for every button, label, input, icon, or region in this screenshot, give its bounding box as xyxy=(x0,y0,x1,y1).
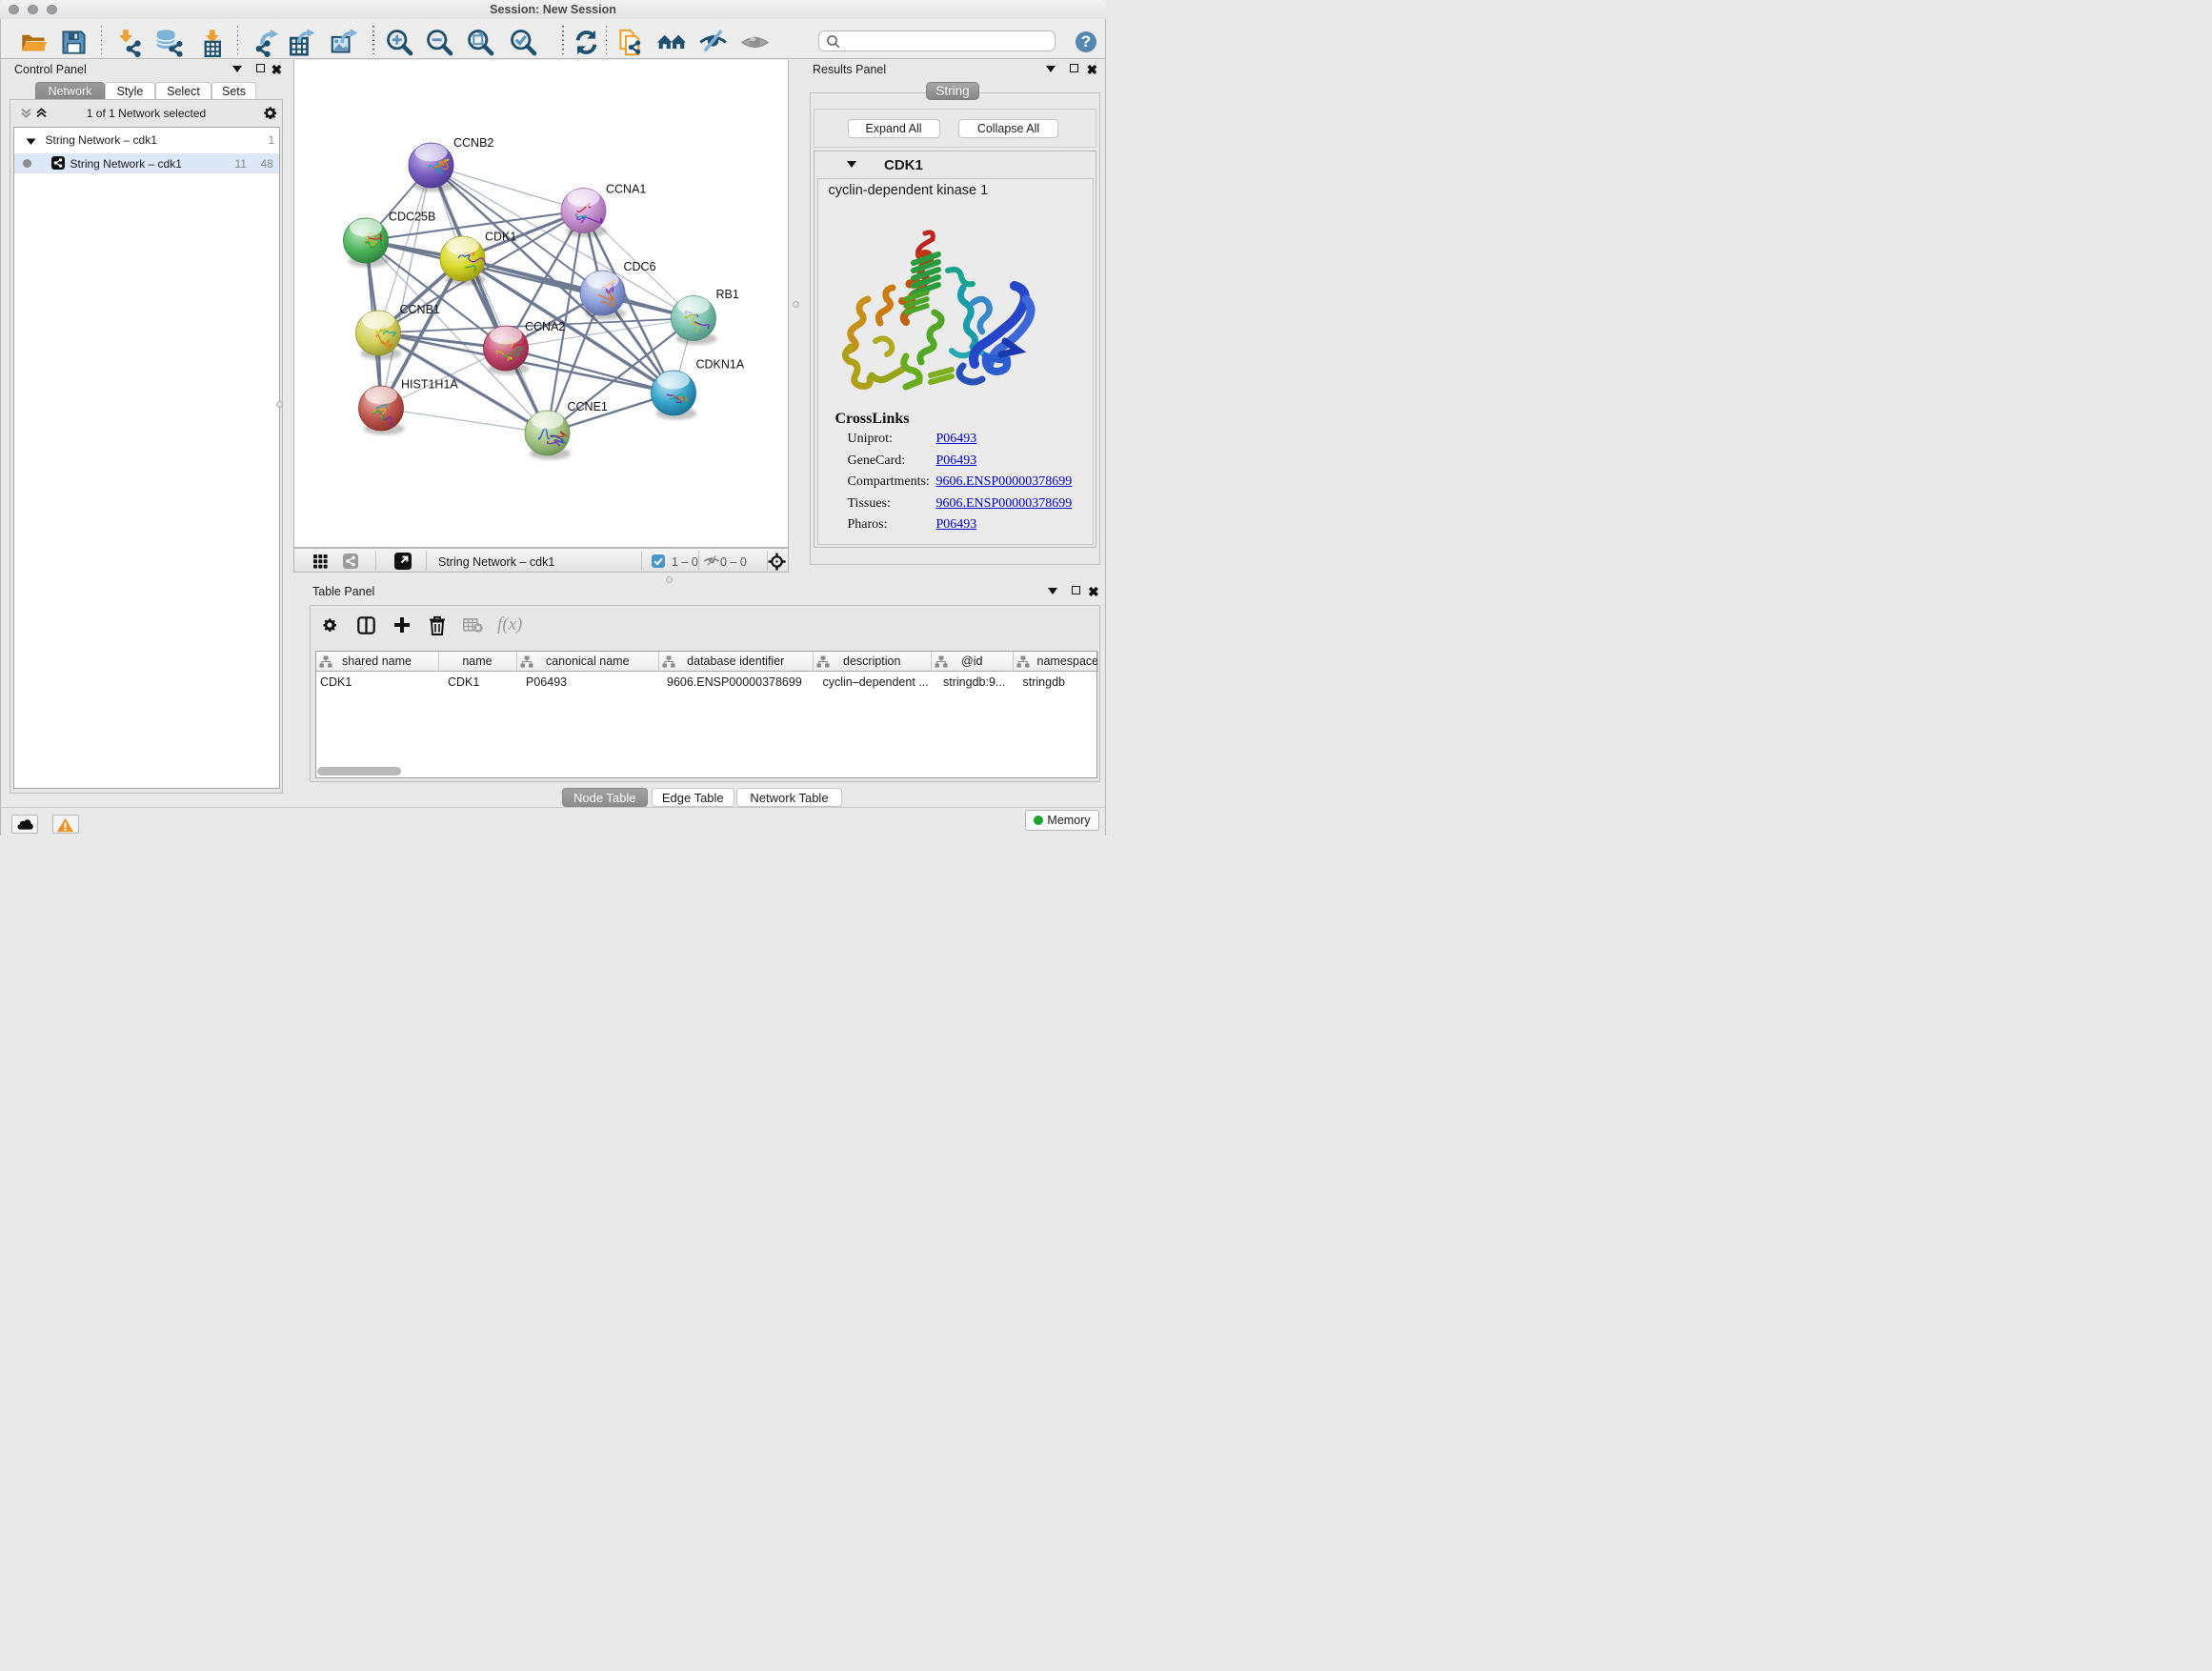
svg-text:HIST1H1A: HIST1H1A xyxy=(401,377,458,391)
svg-text:CCNE1: CCNE1 xyxy=(568,400,608,413)
svg-text:CCNB1: CCNB1 xyxy=(400,303,440,316)
svg-text:CCNA2: CCNA2 xyxy=(525,320,565,333)
svg-text:CDKN1A: CDKN1A xyxy=(696,357,745,371)
svg-text:RB1: RB1 xyxy=(716,288,739,301)
svg-text:CCNB2: CCNB2 xyxy=(453,136,493,150)
svg-text:CDK1: CDK1 xyxy=(485,230,516,243)
svg-text:CDC6: CDC6 xyxy=(624,260,656,273)
svg-text:CDC25B: CDC25B xyxy=(389,210,435,223)
svg-text:CCNA1: CCNA1 xyxy=(606,182,646,195)
